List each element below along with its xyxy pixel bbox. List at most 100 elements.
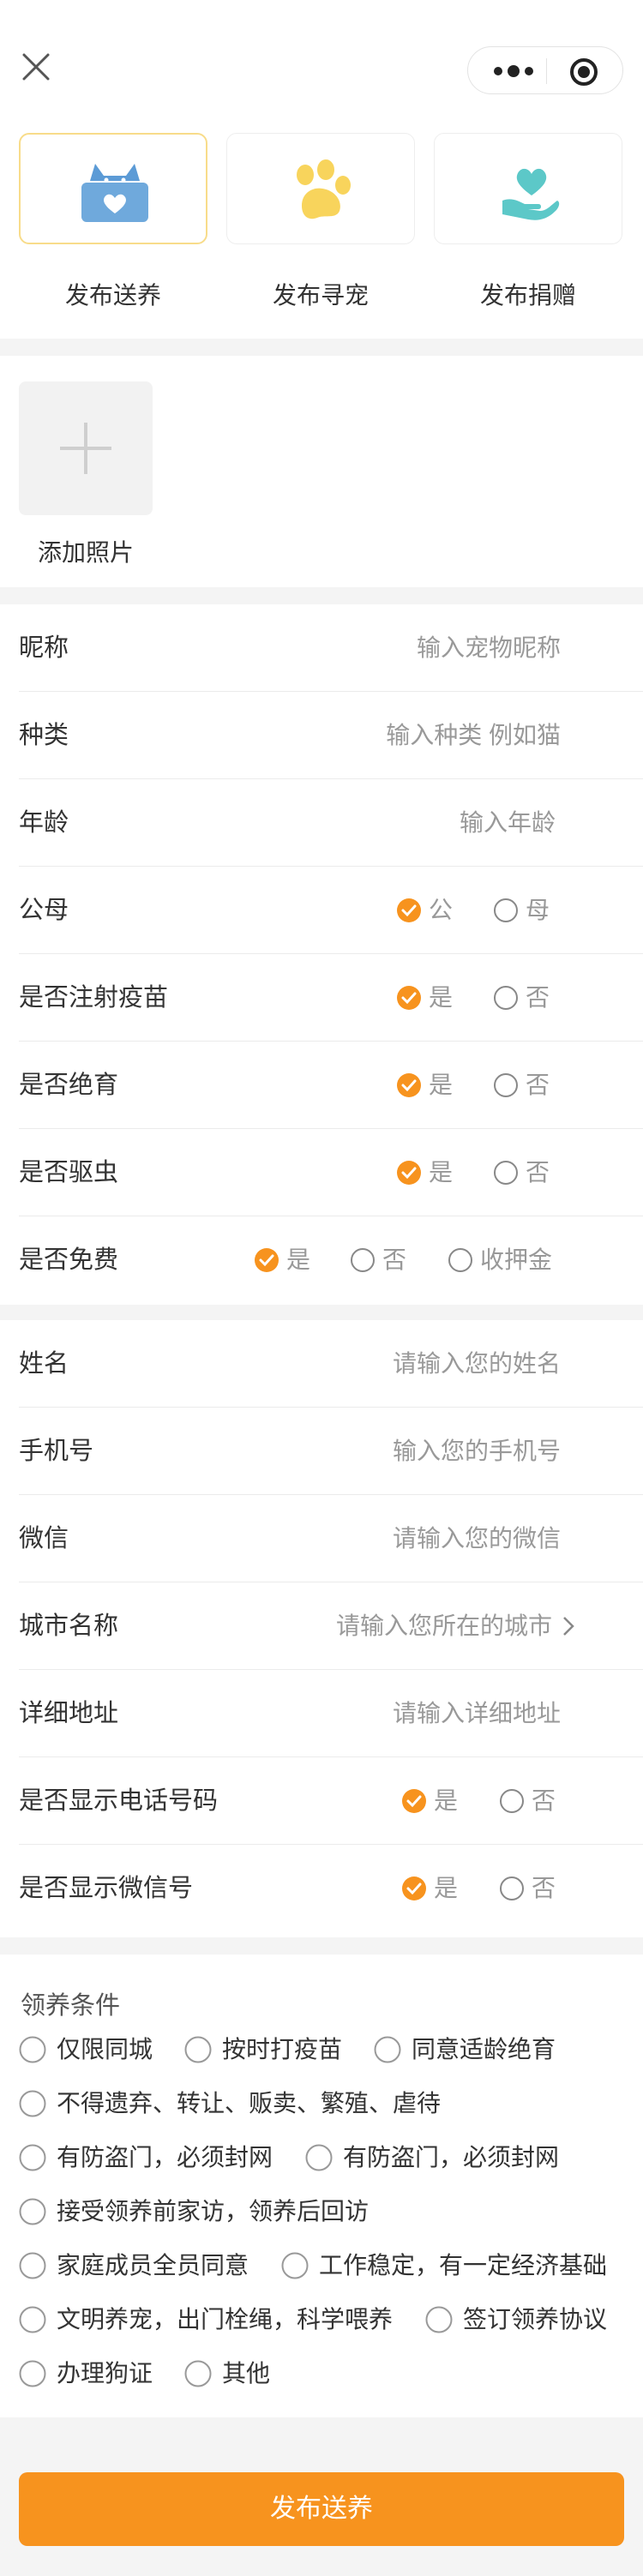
option-label: 母 — [526, 897, 550, 923]
option-label: 公 — [429, 897, 454, 923]
address-input[interactable]: 请输入详细地址 — [393, 1670, 561, 1757]
city-row[interactable]: 城市名称 请输入您所在的城市 — [19, 1582, 643, 1670]
option-label: 否 — [532, 1787, 556, 1814]
city-label: 城市名称 — [19, 1612, 119, 1640]
unchecked-circle-icon — [494, 898, 518, 922]
unchecked-circle-icon — [351, 1248, 375, 1272]
pet-info-form: 昵称 输入宠物昵称 种类 输入种类 例如猫 年龄 输入年龄 公母 公 母 是否注… — [0, 604, 643, 1305]
option-label: 是 — [429, 984, 454, 1011]
unchecked-circle-icon — [425, 2306, 453, 2333]
unchecked-circle-icon — [184, 2036, 212, 2063]
category-adopt-out[interactable]: 发布送养 — [19, 133, 207, 309]
condition-label: 签订领养协议 — [463, 2306, 608, 2333]
record-icon[interactable] — [569, 57, 598, 87]
plus-icon — [60, 423, 111, 474]
checked-circle-icon — [397, 1073, 421, 1097]
address-row: 详细地址 请输入详细地址 — [19, 1670, 643, 1757]
free-label: 是否免费 — [19, 1246, 119, 1274]
conditions-title: 领养条件 — [21, 1992, 121, 2020]
category-donate[interactable]: 发布捐赠 — [434, 133, 622, 309]
condition-label: 按时打疫苗 — [222, 2036, 343, 2063]
species-label: 种类 — [19, 722, 69, 749]
unchecked-circle-icon — [374, 2036, 401, 2063]
category-label: 发布捐赠 — [479, 282, 576, 309]
name-row: 姓名 请输入您的姓名 — [19, 1320, 643, 1408]
adoption-conditions: 领养条件 仅限同城 按时打疫苗 同意适龄绝育 不得遗弃、转让、贩卖、繁殖、虐待 … — [0, 1955, 643, 2417]
option-label: 是 — [429, 1072, 454, 1098]
checked-circle-icon — [402, 1876, 426, 1900]
unchecked-circle-icon — [500, 1876, 524, 1900]
unchecked-circle-icon — [19, 2252, 46, 2279]
unchecked-circle-icon — [19, 2306, 46, 2333]
species-input[interactable]: 输入种类 例如猫 — [386, 692, 561, 779]
contact-form: 姓名 请输入您的姓名 手机号 输入您的手机号 微信 请输入您的微信 城市名称 请… — [0, 1320, 643, 1937]
checked-circle-icon — [397, 898, 421, 922]
neutered-label: 是否绝育 — [19, 1072, 119, 1099]
close-icon[interactable] — [19, 50, 53, 84]
unchecked-circle-icon — [281, 2252, 309, 2279]
option-label: 否 — [526, 1159, 550, 1186]
gender-row: 公母 公 母 — [19, 867, 643, 954]
unchecked-circle-icon — [494, 1161, 518, 1185]
category-find-pet[interactable]: 发布寻宠 — [226, 133, 415, 309]
phone-input[interactable]: 输入您的手机号 — [393, 1408, 561, 1495]
category-label: 发布寻宠 — [272, 282, 369, 309]
vaccine-label: 是否注射疫苗 — [19, 984, 169, 1012]
add-photo-button[interactable] — [19, 381, 153, 515]
condition-label: 接受领养前家访，领养后回访 — [57, 2198, 370, 2225]
more-dots-icon[interactable] — [490, 63, 537, 79]
unchecked-circle-icon — [19, 2144, 46, 2171]
mini-program-capsule — [467, 46, 623, 94]
add-photo-label: 添加照片 — [37, 539, 134, 566]
show-wechat-label: 是否显示微信号 — [19, 1875, 194, 1902]
category-selector: 发布送养 发布寻宠 发布捐赠 — [0, 133, 643, 339]
option-label: 否 — [532, 1875, 556, 1901]
dewormed-label: 是否驱虫 — [19, 1159, 119, 1186]
unchecked-circle-icon — [448, 1248, 472, 1272]
option-label: 是 — [434, 1875, 459, 1901]
checked-circle-icon — [397, 986, 421, 1010]
condition-label: 办理狗证 — [57, 2360, 153, 2387]
nickname-row: 昵称 输入宠物昵称 — [19, 604, 643, 692]
capsule-divider — [546, 58, 547, 84]
phone-label: 手机号 — [19, 1438, 94, 1465]
wechat-input[interactable]: 请输入您的微信 — [393, 1495, 561, 1582]
free-row: 是否免费 是 否 收押金 — [19, 1216, 643, 1304]
age-row: 年龄 输入年龄 — [19, 779, 643, 867]
nickname-label: 昵称 — [19, 634, 69, 662]
name-label: 姓名 — [19, 1350, 69, 1378]
vaccine-row: 是否注射疫苗 是 否 — [19, 954, 643, 1042]
option-label: 是 — [429, 1159, 454, 1186]
neutered-row: 是否绝育 是 否 — [19, 1042, 643, 1129]
nickname-input[interactable]: 输入宠物昵称 — [417, 604, 561, 692]
age-input[interactable]: 输入年龄 — [460, 779, 556, 867]
species-row: 种类 输入种类 例如猫 — [19, 692, 643, 779]
category-card — [434, 133, 622, 244]
city-picker[interactable]: 请输入您所在的城市 — [336, 1582, 552, 1670]
condition-label: 文明养宠，出门栓绳，科学喂养 — [57, 2306, 394, 2333]
show-phone-row: 是否显示电话号码 是 否 — [19, 1757, 643, 1845]
wechat-row: 微信 请输入您的微信 — [19, 1495, 643, 1582]
category-card — [226, 133, 415, 244]
unchecked-circle-icon — [19, 2090, 46, 2117]
top-bar — [0, 0, 643, 133]
condition-label: 不得遗弃、转让、贩卖、繁殖、虐待 — [57, 2090, 442, 2117]
condition-label: 仅限同城 — [57, 2036, 153, 2063]
heart-hand-icon — [502, 168, 560, 220]
submit-button[interactable]: 发布送养 — [19, 2472, 624, 2546]
wechat-label: 微信 — [19, 1525, 69, 1552]
chevron-right-icon — [563, 1617, 574, 1636]
unchecked-circle-icon — [184, 2360, 212, 2387]
category-label: 发布送养 — [64, 282, 161, 309]
cat-heart-box-icon — [81, 164, 148, 222]
phone-row: 手机号 输入您的手机号 — [19, 1408, 643, 1495]
option-label: 是 — [286, 1246, 311, 1273]
option-label: 否 — [526, 984, 550, 1011]
condition-label: 有防盗门，必须封网 — [343, 2144, 560, 2171]
unchecked-circle-icon — [19, 2360, 46, 2387]
checked-circle-icon — [397, 1161, 421, 1185]
unchecked-circle-icon — [494, 986, 518, 1010]
option-label: 是 — [434, 1787, 459, 1814]
checked-circle-icon — [255, 1248, 279, 1272]
name-input[interactable]: 请输入您的姓名 — [393, 1320, 561, 1408]
